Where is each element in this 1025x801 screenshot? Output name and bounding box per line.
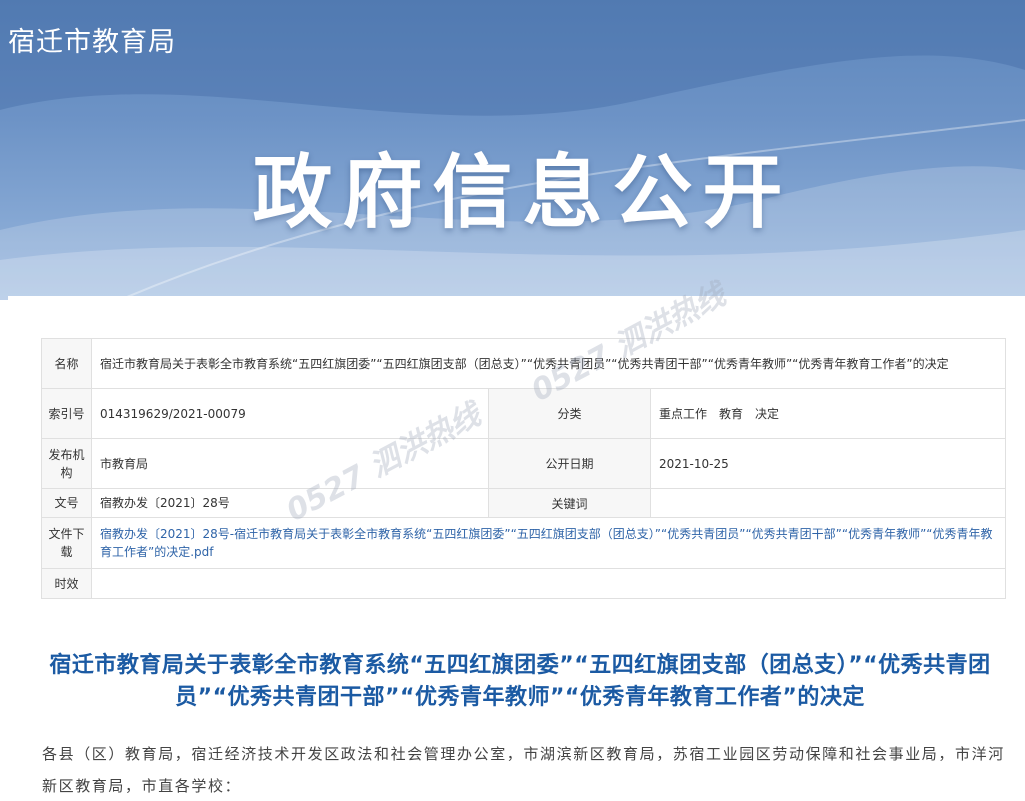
- download-link[interactable]: 宿教办发〔2021〕28号-宿迁市教育局关于表彰全市教育系统“五四红旗团委”“五…: [90, 517, 1007, 569]
- table-row: 文件下载 宿教办发〔2021〕28号-宿迁市教育局关于表彰全市教育系统“五四红旗…: [41, 517, 1007, 569]
- table-row: 文号 宿教办发〔2021〕28号 关键词: [41, 488, 1007, 518]
- site-name[interactable]: 宿迁市教育局: [8, 20, 176, 59]
- name-value: 宿迁市教育局关于表彰全市教育系统“五四红旗团委”“五四红旗团支部（团总支）”“优…: [90, 338, 1007, 389]
- table-row: 名称 宿迁市教育局关于表彰全市教育系统“五四红旗团委”“五四红旗团支部（团总支）…: [41, 338, 1007, 389]
- table-row: 索引号 014319629/2021-00079 分类 重点工作 教育 决定: [41, 388, 1007, 439]
- table-row: 时效: [41, 568, 1007, 599]
- index-label: 索引号: [41, 388, 92, 439]
- category-label: 分类: [488, 388, 651, 439]
- table-row: 发布机构 市教育局 公开日期 2021-10-25: [41, 438, 1007, 489]
- date-label: 公开日期: [488, 438, 651, 489]
- header-banner: 宿迁市教育局 政府信息公开: [0, 0, 1025, 300]
- org-label: 发布机构: [41, 438, 92, 489]
- info-table: 名称 宿迁市教育局关于表彰全市教育系统“五四红旗团委”“五四红旗团支部（团总支）…: [41, 338, 1007, 599]
- docno-value: 宿教办发〔2021〕28号: [91, 488, 489, 518]
- article-title: 宿迁市教育局关于表彰全市教育系统“五四红旗团委”“五四红旗团支部（团总支）”“优…: [49, 653, 991, 710]
- validity-value: [90, 568, 1007, 599]
- keywords-label: 关键词: [488, 488, 651, 518]
- download-label: 文件下载: [41, 517, 92, 569]
- banner-title: 政府信息公开: [252, 146, 793, 239]
- category-value: 重点工作 教育 决定: [649, 388, 1007, 439]
- article-greeting: 各县（区）教育局，宿迁经济技术开发区政法和社会管理办公室，市湖滨新区教育局，苏宿…: [42, 745, 1005, 795]
- date-value: 2021-10-25: [649, 438, 1007, 489]
- org-value: 市教育局: [91, 438, 489, 489]
- docno-label: 文号: [41, 488, 92, 518]
- index-value: 014319629/2021-00079: [91, 388, 489, 439]
- validity-label: 时效: [41, 568, 92, 599]
- name-label: 名称: [41, 338, 92, 389]
- keywords-value: [649, 488, 1007, 518]
